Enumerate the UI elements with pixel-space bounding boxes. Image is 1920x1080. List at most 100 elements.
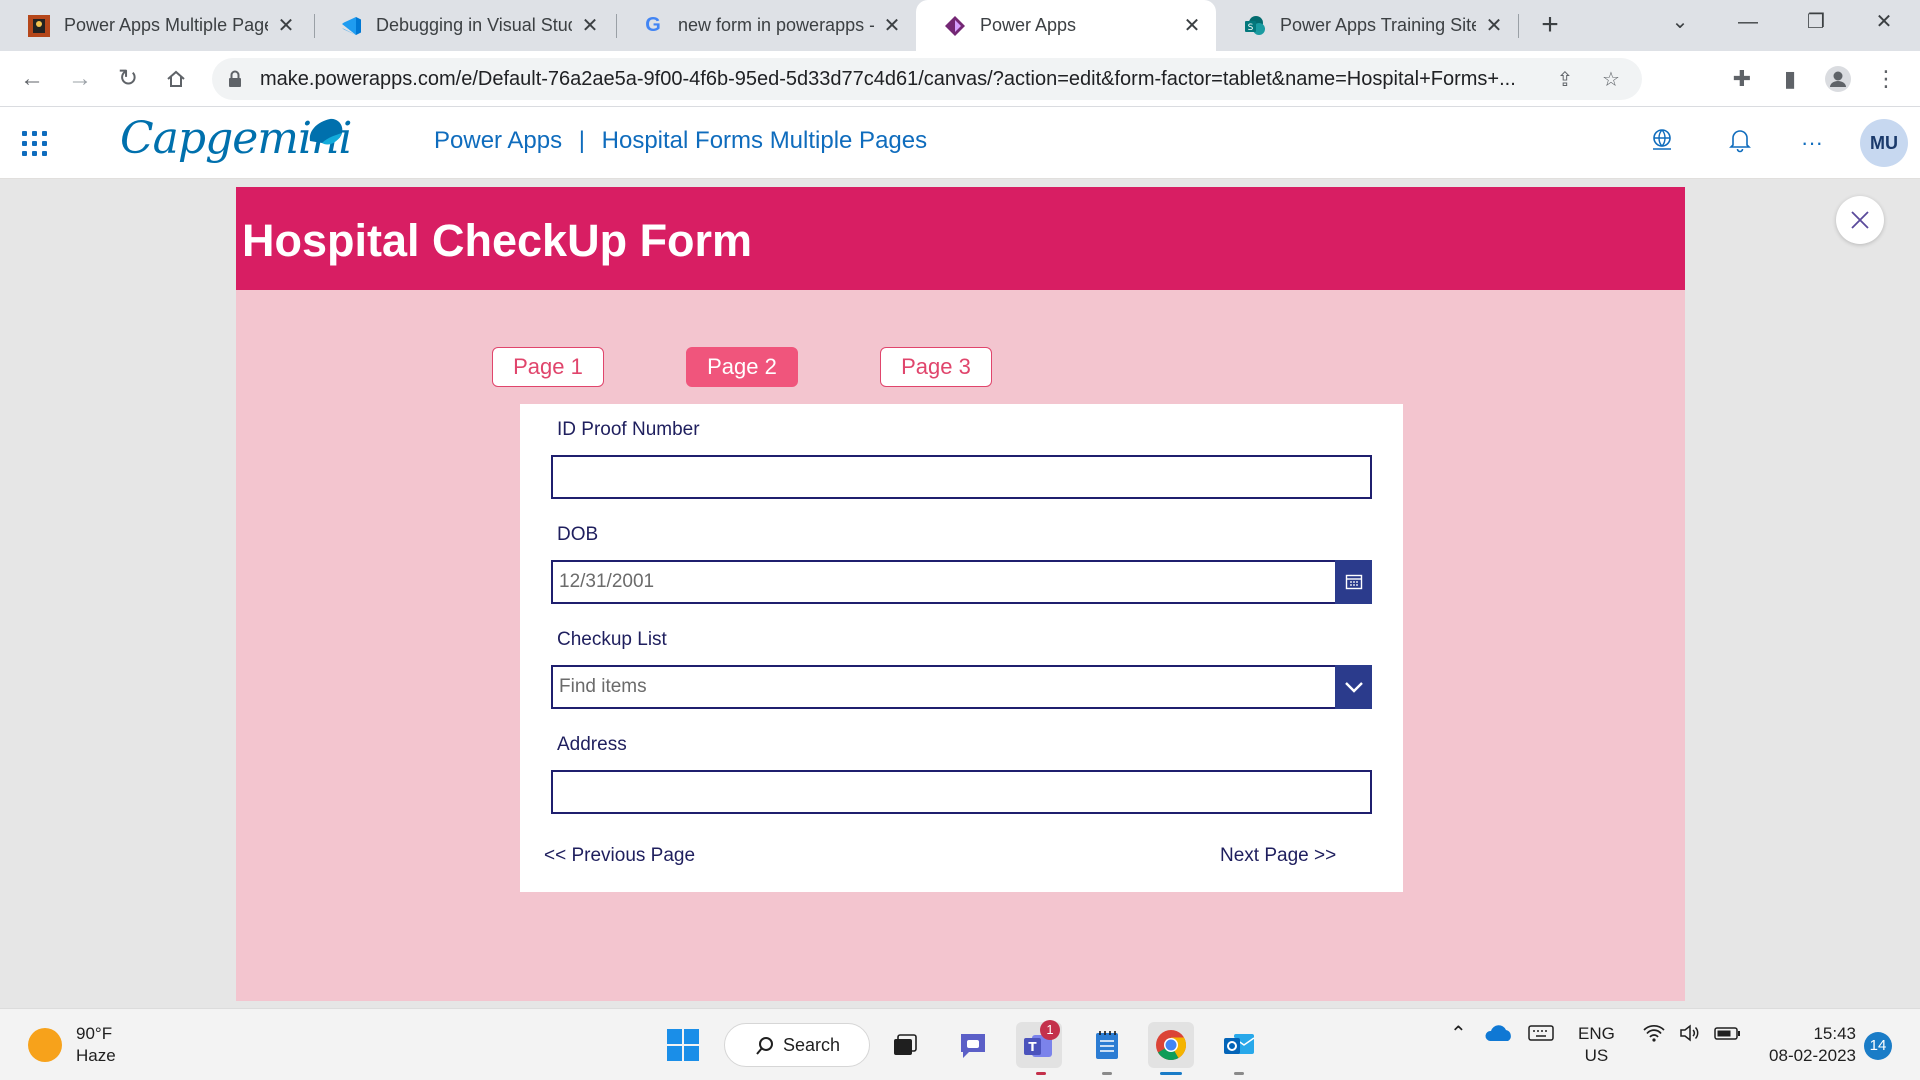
bookmark-star-icon[interactable]: ☆	[1596, 67, 1626, 92]
app-launcher-waffle-icon[interactable]	[22, 131, 48, 157]
page-3-button[interactable]: Page 3	[880, 347, 992, 387]
breadcrumb: Power Apps | Hospital Forms Multiple Pag…	[434, 127, 937, 155]
checkup-list-placeholder: Find items	[559, 676, 647, 697]
running-indicator	[1102, 1072, 1112, 1075]
close-preview-button[interactable]	[1836, 196, 1884, 244]
svg-text:T: T	[1028, 1040, 1037, 1054]
battery-icon[interactable]	[1714, 1023, 1742, 1049]
close-tab-icon[interactable]: ✕	[1484, 13, 1504, 38]
chrome-icon[interactable]	[1148, 1022, 1194, 1068]
home-icon[interactable]	[158, 61, 194, 97]
user-avatar[interactable]: MU	[1860, 119, 1908, 167]
product-link[interactable]: Power Apps	[434, 127, 562, 154]
address-input[interactable]	[551, 770, 1372, 814]
site-favicon-icon	[28, 14, 50, 37]
touch-keyboard-icon[interactable]	[1528, 1023, 1554, 1049]
wifi-icon[interactable]	[1642, 1023, 1666, 1049]
id-proof-input[interactable]	[551, 455, 1372, 499]
url-text: make.powerapps.com/e/Default-76a2ae5a-9f…	[260, 67, 1516, 90]
outlook-icon[interactable]	[1216, 1022, 1262, 1068]
app-name-link[interactable]: Hospital Forms Multiple Pages	[602, 127, 927, 154]
restore-window-icon[interactable]: ❐	[1792, 0, 1840, 44]
app-header-bar: Hospital CheckUp Form	[236, 187, 1685, 290]
address-bar[interactable]: make.powerapps.com/e/Default-76a2ae5a-9f…	[212, 58, 1642, 100]
teams-chat-icon[interactable]	[950, 1022, 996, 1068]
lock-icon	[229, 70, 241, 87]
tab-power-apps-multiple-pages[interactable]: Power Apps Multiple Pages ✕	[0, 0, 310, 51]
clock-date: 08-02-2023	[1769, 1046, 1856, 1065]
region-code: US	[1584, 1046, 1609, 1065]
close-tab-icon[interactable]: ✕	[1182, 13, 1202, 38]
browser-toolbar: ← → ↻ make.powerapps.com/e/Default-76a2a…	[0, 51, 1920, 107]
notifications-bell-icon[interactable]	[1724, 127, 1756, 159]
show-hidden-icons-chevron-icon[interactable]: ⌃	[1450, 1023, 1467, 1045]
environment-globe-icon[interactable]	[1646, 127, 1678, 159]
dob-value: 12/31/2001	[559, 571, 655, 592]
weather-description: Haze	[76, 1046, 116, 1065]
extensions-puzzle-icon[interactable]: ✚	[1726, 63, 1758, 95]
tab-title: Power Apps Multiple Pages	[64, 15, 268, 35]
reload-icon[interactable]: ↻	[110, 61, 146, 97]
start-windows-icon[interactable]	[660, 1022, 706, 1068]
form-title: Hospital CheckUp Form	[242, 215, 753, 266]
browser-menu-icon[interactable]: ⋮	[1870, 63, 1902, 95]
app-canvas: Hospital CheckUp Form Page 1 Page 2 Page…	[236, 187, 1685, 1001]
profile-icon[interactable]	[1822, 63, 1854, 95]
task-view-icon[interactable]	[882, 1022, 928, 1068]
language-code: ENG	[1578, 1024, 1615, 1043]
notification-count-badge[interactable]: 14	[1864, 1032, 1892, 1060]
search-label: Search	[783, 1034, 841, 1055]
tab-separator	[1518, 14, 1519, 38]
tab-debugging-visual-studio[interactable]: Debugging in Visual Studio ✕	[312, 0, 614, 51]
power-apps-header: Capgemini Power Apps | Hospital Forms Mu…	[0, 107, 1920, 179]
volume-icon[interactable]	[1678, 1023, 1702, 1049]
running-indicator	[1036, 1072, 1046, 1075]
language-indicator[interactable]: ENG US	[1578, 1023, 1615, 1067]
weather-widget[interactable]: 90°F Haze	[28, 1023, 116, 1067]
next-page-button[interactable]: Next Page >>	[1220, 845, 1336, 867]
microsoft-teams-icon[interactable]: T 1	[1016, 1020, 1062, 1068]
weather-temperature: 90°F	[76, 1024, 113, 1043]
tab-title: Debugging in Visual Studio	[376, 15, 572, 35]
close-tab-icon[interactable]: ✕	[882, 13, 902, 38]
tab-google-search[interactable]: G new form in powerapps - Google ✕	[614, 0, 916, 51]
tab-power-apps[interactable]: Power Apps ✕	[916, 0, 1216, 51]
dob-label: DOB	[557, 524, 599, 545]
notepad-icon[interactable]	[1084, 1022, 1130, 1068]
share-icon[interactable]: ⇪	[1550, 67, 1580, 92]
id-proof-label: ID Proof Number	[557, 419, 700, 440]
tab-title: new form in powerapps - Google	[678, 15, 874, 35]
dob-date-picker[interactable]: 12/31/2001	[551, 560, 1372, 604]
google-icon: G	[645, 14, 661, 36]
page-1-button[interactable]: Page 1	[492, 347, 604, 387]
search-icon	[756, 1037, 773, 1055]
windows-taskbar: 90°F Haze Search T 1 ⌃ ENG US 15:43 08-0…	[0, 1008, 1920, 1080]
taskbar-search[interactable]: Search	[724, 1023, 870, 1067]
clock[interactable]: 15:43 08-02-2023	[1760, 1023, 1856, 1067]
onedrive-cloud-icon[interactable]	[1484, 1023, 1514, 1049]
close-window-icon[interactable]: ✕	[1860, 0, 1908, 44]
minimize-window-icon[interactable]: —	[1724, 0, 1772, 44]
tab-power-apps-training-site[interactable]: S Power Apps Training Site ✕	[1216, 0, 1518, 51]
svg-text:S: S	[1248, 23, 1254, 33]
new-tab-button[interactable]: +	[1532, 8, 1568, 44]
previous-page-button[interactable]: << Previous Page	[544, 845, 695, 867]
form-card: ID Proof Number DOB 12/31/2001 Checkup L…	[520, 404, 1403, 892]
power-apps-icon	[944, 15, 966, 37]
tab-search-chevron-icon[interactable]: ⌄	[1656, 0, 1704, 44]
tab-title: Power Apps	[980, 15, 1077, 35]
side-panel-icon[interactable]: ▮	[1774, 63, 1806, 95]
calendar-icon[interactable]	[1335, 560, 1372, 604]
close-tab-icon[interactable]: ✕	[580, 13, 600, 38]
vscode-icon	[340, 15, 362, 37]
sharepoint-icon: S	[1244, 15, 1266, 37]
close-tab-icon[interactable]: ✕	[276, 13, 296, 38]
page-2-button[interactable]: Page 2	[686, 347, 798, 387]
checkup-list-combobox[interactable]: Find items	[551, 665, 1372, 709]
chevron-down-icon[interactable]	[1335, 665, 1372, 709]
more-options-icon[interactable]: ···	[1796, 127, 1828, 159]
close-icon	[1851, 211, 1869, 229]
checkup-list-label: Checkup List	[557, 629, 667, 650]
forward-arrow-icon[interactable]: →	[62, 61, 98, 97]
back-arrow-icon[interactable]: ←	[14, 61, 50, 97]
